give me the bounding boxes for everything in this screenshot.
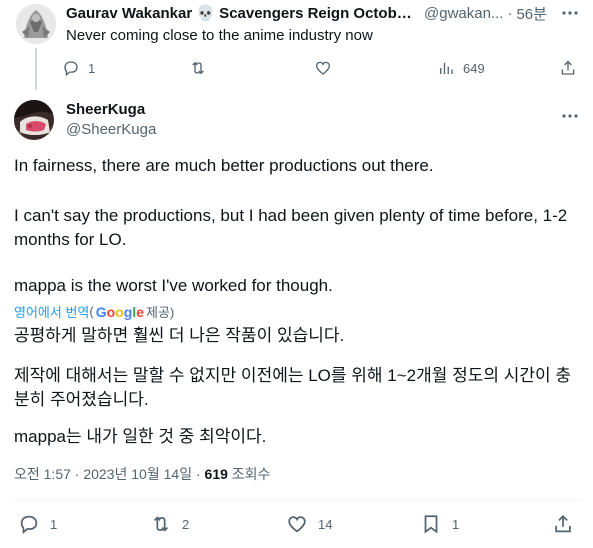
translated-paragraph: 공평하게 말하면 훨씬 더 나은 작품이 있습니다. — [14, 326, 345, 345]
divider — [14, 500, 582, 501]
views-count: 649 — [463, 60, 485, 76]
parent-author-handle[interactable]: @gwakan... — [424, 5, 503, 22]
meta-separator: · — [192, 466, 205, 482]
bookmark-count: 1 — [452, 516, 460, 532]
views-button[interactable]: 649 — [437, 56, 485, 80]
author-name[interactable]: SheerKuga — [66, 101, 145, 118]
retweet-icon — [153, 516, 169, 532]
google-letter: e — [136, 303, 144, 320]
reply-count: 1 — [50, 516, 58, 532]
reply-icon — [20, 515, 38, 535]
tweet-time[interactable]: 오전 1:57 — [14, 466, 71, 482]
share-button[interactable] — [552, 512, 574, 536]
parent-tweet[interactable]: Gaurav Wakankar 💀 Scavengers Reign Octob… — [0, 0, 593, 90]
tweet-views-label: 조회수 — [227, 466, 271, 482]
like-icon — [288, 516, 306, 533]
bookmark-icon — [424, 515, 438, 534]
retweet-button[interactable]: 2 — [150, 512, 189, 536]
google-letter: o — [115, 303, 124, 320]
tweet-meta: 오전 1:57 · 2023년 10월 14일 · 619 조회수 — [14, 464, 270, 484]
translation-attribution: 영어에서 번역 ( Google 제공) — [14, 302, 174, 321]
google-letter: o — [106, 303, 116, 320]
reply-button[interactable]: 1 — [18, 512, 57, 536]
avatar[interactable] — [16, 4, 56, 44]
like-icon — [315, 61, 331, 75]
main-action-bar: 1 2 14 1 — [14, 512, 582, 538]
translated-paragraph: mappa는 내가 일한 것 중 최악이다. — [14, 427, 267, 446]
more-icon[interactable] — [561, 109, 579, 123]
retweet-button[interactable] — [189, 56, 207, 80]
tweet-views-count: 619 — [204, 466, 228, 482]
retweet-count: 2 — [182, 516, 190, 532]
parent-tweet-header: Gaurav Wakankar 💀 Scavengers Reign Octob… — [66, 3, 581, 24]
separator: · — [507, 4, 513, 22]
share-button[interactable] — [559, 56, 577, 80]
like-button[interactable] — [314, 56, 332, 80]
meta-separator: · — [70, 466, 84, 482]
parent-action-bar: 1 649 — [62, 56, 582, 80]
reply-count: 1 — [88, 60, 96, 76]
parent-tweet-text: Never coming close to the anime industry… — [66, 27, 373, 44]
like-button[interactable]: 14 — [286, 512, 332, 536]
parent-timestamp[interactable]: 56분 — [516, 3, 547, 24]
tweet-paragraph: In fairness, there are much better produ… — [14, 156, 434, 175]
google-letter: g — [123, 303, 133, 320]
tweet-date[interactable]: 2023년 10월 14일 — [83, 466, 192, 482]
bookmark-button[interactable]: 1 — [420, 512, 459, 536]
google-letter: G — [95, 303, 107, 320]
parent-author-name[interactable]: Gaurav Wakankar 💀 Scavengers Reign Octob… — [66, 4, 416, 22]
avatar-image — [14, 100, 54, 140]
avatar[interactable] — [14, 100, 54, 140]
author-handle[interactable]: @SheerKuga — [66, 121, 156, 138]
translated-paragraph: 제작에 대해서는 말할 수 없지만 이전에는 LO를 위해 1~2개월 정도의 … — [14, 366, 572, 409]
translation-open-paren: ( — [89, 304, 94, 319]
translation-suffix: 제공) — [145, 305, 175, 320]
reply-button[interactable]: 1 — [62, 56, 95, 80]
retweet-icon — [192, 61, 204, 75]
thread-line — [35, 48, 37, 90]
views-icon — [440, 62, 453, 74]
avatar-image — [16, 4, 56, 44]
tweet-paragraph: mappa is the worst I've worked for thoug… — [14, 276, 333, 295]
like-count: 14 — [318, 516, 333, 532]
reply-icon — [64, 61, 78, 77]
tweet-paragraph: I can't say the productions, but I had b… — [14, 206, 568, 249]
translated-from-link[interactable]: 영어에서 번역 — [14, 302, 89, 321]
more-icon[interactable] — [561, 6, 579, 20]
share-icon — [561, 60, 575, 75]
google-logo: Google — [96, 304, 144, 320]
share-icon — [555, 514, 571, 533]
